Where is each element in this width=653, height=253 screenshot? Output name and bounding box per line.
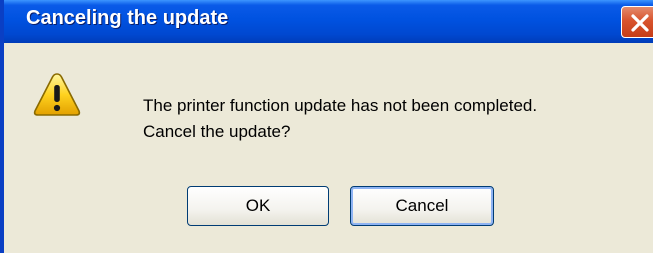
window-title: Canceling the update [26, 7, 229, 29]
cancel-button[interactable]: Cancel [350, 186, 494, 226]
ok-button[interactable]: OK [187, 186, 329, 226]
close-button[interactable] [621, 6, 653, 38]
title-bar[interactable]: Canceling the update [4, 0, 653, 43]
warning-icon [33, 73, 81, 116]
dialog-message: The printer function update has not been… [143, 93, 537, 145]
dialog-window: Canceling the update The printer functio… [0, 0, 653, 253]
close-icon [631, 14, 649, 32]
message-line-1: The printer function update has not been… [143, 96, 538, 115]
message-line-2: Cancel the update? [143, 122, 291, 141]
